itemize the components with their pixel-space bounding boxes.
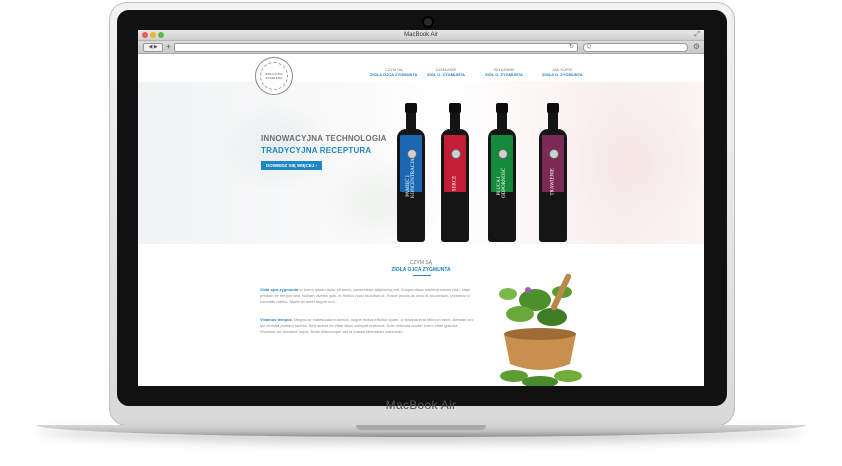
seal-icon [451,149,461,159]
nav-item-line2: ZIOŁA OJCA ZYGMUNTA [370,72,418,77]
address-bar[interactable]: ↻ [174,43,578,52]
hero-headline: INNOWACYJNA TECHNOLOGIA [261,134,387,143]
learn-more-button[interactable]: DOWIEDZ SIĘ WIĘCEJ › [261,161,323,170]
nav-item-line2: ZIÓŁ O. ZYGMUNTA [427,72,465,77]
bottle-name: SERCE [452,175,458,192]
bottle-name: TRAWIENIE [550,168,556,196]
website: ZIOŁA OJCA ZYGMUNTA CZYM SĄ ZIOŁA OJCA Z… [138,54,704,386]
window-title: MacBook Air [404,32,438,38]
bottle-cap [547,103,559,113]
device-brand-label: MacBook Air [385,398,457,412]
second-paragraph: Vivamus tempus. Magna ac malesuada euism… [260,317,474,335]
background-herbs [558,92,704,232]
intro-strong: Zioła ojca zygmunta [260,287,299,292]
camera-icon [424,18,432,26]
site-logo[interactable]: ZIOŁA OJCA ZYGMUNTA [255,57,293,95]
nav-item-line2: ZIOŁA O. ZYGMUNTA [542,72,583,77]
second-text: Magna ac malesuada euismod, augue lectus… [260,317,474,334]
search-icon: Q [587,44,591,50]
section-divider [413,275,431,276]
hero-subheadline: TRADYCYJNA RECEPTURA [261,146,372,155]
seal-icon [549,149,559,159]
nav-item-dzialanie[interactable]: DZIAŁANIE ZIÓŁ O. ZYGMUNTA [427,67,465,77]
back-forward-buttons[interactable]: ◀ ▶ [143,43,163,52]
logo-emblem: ZIOŁA OJCA ZYGMUNTA [260,62,288,90]
product-bottle[interactable]: TRAWIENIE [539,103,567,242]
bottle-cap [405,103,417,113]
reload-icon[interactable]: ↻ [569,44,574,51]
product-bottle[interactable]: PŁUCA I ODPORNOŚĆ [488,103,516,242]
title-bar: MacBook Air ⤢ [138,30,704,41]
nav-item-line2: ZIÓŁ O. ZYGMUNTA [485,72,523,77]
section-title: ZIOŁA OJCA ZYGMUNTA [391,267,451,273]
nav-item-skladniki[interactable]: SKŁADNIKI ZIÓŁ O. ZYGMUNTA [485,67,523,77]
bottle-cap [449,103,461,113]
browser-window: MacBook Air ⤢ ◀ ▶ + ↻ Q ⚙ ZIOŁA OJCA ZYG… [138,30,704,386]
fullscreen-icon[interactable]: ⤢ [694,31,700,39]
herbs-mortar-image [499,273,582,386]
product-bottle[interactable]: SERCE [441,103,469,242]
bottle-name: PAMIĘĆ I KONCENTRACJA [406,158,416,198]
lid-notch [356,425,486,430]
section-eyebrow: CZYM SĄ [409,260,433,266]
second-strong: Vivamus tempus. [260,317,293,322]
intro-paragraph: Zioła ojca zygmunta to lorem ipsum dolor… [260,287,474,305]
search-input[interactable]: Q [583,43,688,52]
new-tab-icon[interactable]: + [166,41,171,53]
gear-icon[interactable]: ⚙ [693,41,700,53]
browser-toolbar: ◀ ▶ + ↻ Q ⚙ [138,41,704,54]
background-herbs [318,152,448,244]
nav-item-jak-kupic[interactable]: JAK KUPIĆ ZIOŁA O. ZYGMUNTA [542,67,583,77]
seal-icon [498,149,508,159]
product-bottle[interactable]: PAMIĘĆ I KONCENTRACJA [397,103,425,242]
bottle-name: PŁUCA I ODPORNOŚĆ [497,167,507,198]
bottle-cap [496,103,508,113]
nav-item-czym-sa[interactable]: CZYM SĄ ZIOŁA OJCA ZYGMUNTA [370,67,417,77]
logo-text: ZIOŁA OJCA ZYGMUNTA [265,72,283,80]
